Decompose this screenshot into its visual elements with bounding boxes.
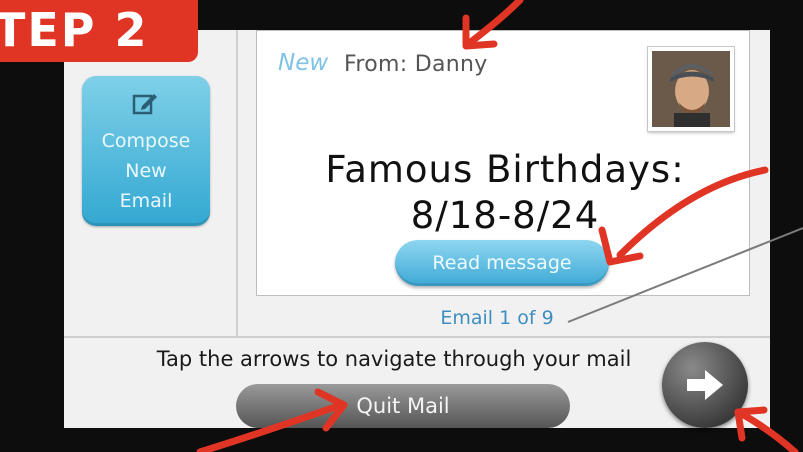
right-arrow-icon bbox=[687, 370, 723, 400]
sidebar-divider bbox=[236, 30, 238, 336]
step-label: TEP 2 bbox=[0, 3, 149, 57]
email-subject: Famous Birthdays: bbox=[325, 148, 685, 191]
compose-pencil-icon bbox=[132, 94, 157, 115]
footer-divider bbox=[64, 336, 770, 338]
next-email-button[interactable] bbox=[662, 342, 748, 428]
email-counter: Email 1 of 9 bbox=[440, 307, 554, 329]
new-badge: New bbox=[278, 50, 329, 76]
sender-avatar bbox=[648, 47, 734, 131]
quit-mail-button[interactable]: Quit Mail bbox=[236, 384, 570, 428]
sender-photo bbox=[652, 51, 730, 127]
compose-button-label: Compose New Email bbox=[101, 130, 191, 212]
email-sender: From: Danny bbox=[344, 52, 488, 77]
read-message-button[interactable]: Read message bbox=[395, 240, 609, 286]
email-subject-dates: 8/18-8/24 bbox=[410, 194, 600, 237]
navigation-instruction: Tap the arrows to navigate through your … bbox=[156, 347, 632, 371]
tutorial-step-badge: TEP 2 bbox=[0, 0, 198, 62]
compose-new-email-button[interactable]: Compose New Email bbox=[82, 76, 210, 226]
